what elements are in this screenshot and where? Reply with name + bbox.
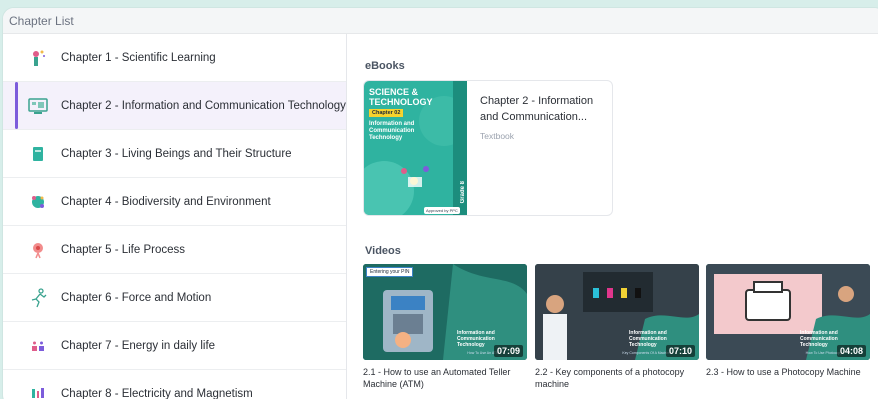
computer-icon bbox=[25, 93, 51, 119]
video-thumbnail: Entering your PIN Information and Commun… bbox=[363, 264, 527, 360]
energy-icon bbox=[25, 333, 51, 359]
video-title: 2.3 - How to use a Photocopy Machine bbox=[706, 367, 861, 377]
sidebar-item-label: Chapter 7 - Energy in daily life bbox=[61, 339, 216, 352]
cover-publisher: Approved by PPC bbox=[424, 207, 460, 214]
video-duration: 07:10 bbox=[665, 345, 695, 357]
videos-section-title: Videos bbox=[365, 245, 401, 257]
ebook-info: Chapter 2 - Information and Communicatio… bbox=[480, 93, 608, 141]
sidebar-item-label: Chapter 3 - Living Beings and Their Stru… bbox=[61, 147, 292, 160]
panel-content: Chapter 1 - Scientific Learning Chapter … bbox=[3, 34, 878, 399]
book-icon bbox=[25, 141, 51, 167]
runner-icon bbox=[25, 285, 51, 311]
sidebar-item-chapter-8[interactable]: Chapter 8 - Electricity and Magnetism bbox=[3, 370, 346, 399]
cover-grade: Grade 8 bbox=[460, 180, 466, 203]
cover-subtitle: Information and Communication Technology bbox=[369, 121, 415, 141]
chapter-sidebar: Chapter 1 - Scientific Learning Chapter … bbox=[3, 34, 347, 399]
video-card-2-2[interactable]: Information and Communication Technology… bbox=[535, 264, 699, 390]
panel-title: Chapter List bbox=[9, 13, 74, 28]
panel-header: Chapter List bbox=[3, 8, 878, 34]
sidebar-item-chapter-6[interactable]: Chapter 6 - Force and Motion bbox=[3, 274, 346, 322]
video-duration: 04:08 bbox=[836, 345, 866, 357]
cover-title: SCIENCE & TECHNOLOGY bbox=[369, 87, 433, 107]
ebook-card[interactable]: SCIENCE & TECHNOLOGY Chapter 02 Informat… bbox=[363, 80, 613, 216]
video-card-2-1[interactable]: Entering your PIN Information and Commun… bbox=[363, 264, 527, 390]
video-title: 2.2 - Key components of a photocopy mach… bbox=[535, 367, 685, 389]
sidebar-item-chapter-1[interactable]: Chapter 1 - Scientific Learning bbox=[3, 34, 346, 82]
cell-icon bbox=[25, 237, 51, 263]
cover-chapter-tag: Chapter 02 bbox=[369, 109, 404, 117]
sidebar-item-label: Chapter 6 - Force and Motion bbox=[61, 291, 212, 304]
video-title: 2.1 - How to use an Automated Teller Mac… bbox=[363, 367, 511, 389]
ebook-cover: SCIENCE & TECHNOLOGY Chapter 02 Informat… bbox=[364, 81, 467, 215]
sidebar-item-label: Chapter 8 - Electricity and Magnetism bbox=[61, 387, 253, 399]
chapter-list-panel: Chapter List Chapter 1 - Scientific Lear… bbox=[2, 7, 878, 399]
sidebar-item-chapter-5[interactable]: Chapter 5 - Life Process bbox=[3, 226, 346, 274]
sidebar-item-chapter-7[interactable]: Chapter 7 - Energy in daily life bbox=[3, 322, 346, 370]
sidebar-item-label: Chapter 1 - Scientific Learning bbox=[61, 51, 216, 64]
video-overlay-subtext: Key Components Of A Machine bbox=[622, 351, 671, 355]
ebook-type: Textbook bbox=[480, 131, 515, 141]
sidebar-item-chapter-3[interactable]: Chapter 3 - Living Beings and Their Stru… bbox=[3, 130, 346, 178]
sidebar-item-chapter-2[interactable]: Chapter 2 - Information and Communicatio… bbox=[3, 82, 346, 130]
sidebar-item-label: Chapter 5 - Life Process bbox=[61, 243, 186, 256]
video-thumbnail: Information and Communication Technology… bbox=[535, 264, 699, 360]
video-duration: 07:09 bbox=[493, 345, 523, 357]
sidebar-item-label: Chapter 2 - Information and Communicatio… bbox=[61, 99, 346, 112]
ebook-title: Chapter 2 - Information and Communicatio… bbox=[480, 95, 594, 123]
sidebar-item-label: Chapter 4 - Biodiversity and Environment bbox=[61, 195, 271, 208]
globe-icon bbox=[25, 189, 51, 215]
microscope-icon bbox=[25, 45, 51, 71]
magnet-icon bbox=[25, 381, 51, 399]
video-card-2-3[interactable]: Information and Communication Technology… bbox=[706, 264, 870, 378]
video-thumbnail: Information and Communication Technology… bbox=[706, 264, 870, 360]
ebooks-section-title: eBooks bbox=[365, 60, 405, 72]
sidebar-item-chapter-4[interactable]: Chapter 4 - Biodiversity and Environment bbox=[3, 178, 346, 226]
video-badge: Entering your PIN bbox=[366, 267, 414, 277]
main-content: eBooks SCIENCE & TECHNOLOGY Chapter 02 I… bbox=[347, 34, 878, 399]
